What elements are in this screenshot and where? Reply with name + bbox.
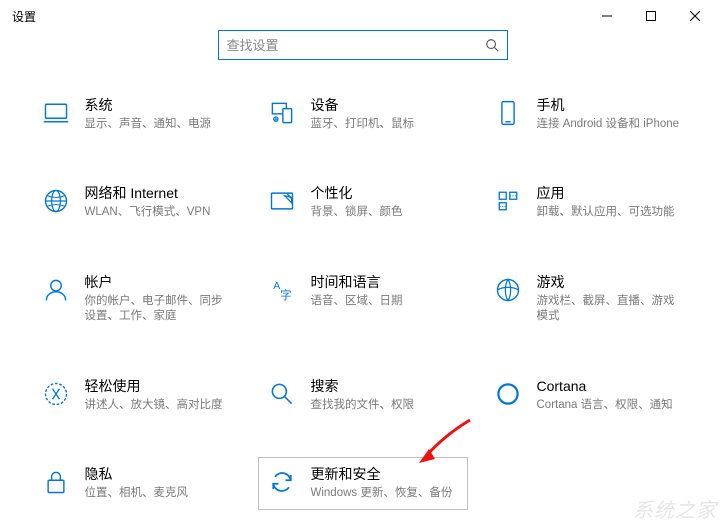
tile-subtitle: 你的帐户、电子邮件、同步设置、工作、家庭 [85, 294, 233, 325]
tile-subtitle: 连接 Android 设备和 iPhone [537, 117, 685, 133]
tile-title: 帐户 [85, 273, 233, 292]
tile-privacy[interactable]: 隐私 位置、相机、麦克风 [32, 457, 242, 509]
tile-title: 轻松使用 [85, 377, 233, 396]
close-button[interactable] [673, 1, 717, 31]
tile-subtitle: 背景、锁屏、颜色 [311, 205, 459, 221]
window-controls [585, 1, 717, 31]
tile-title: 手机 [537, 96, 685, 115]
cortana-icon [493, 379, 523, 409]
tile-subtitle: 位置、相机、麦克风 [85, 486, 233, 502]
svg-text:字: 字 [280, 288, 291, 302]
search-row [0, 30, 725, 60]
search-box[interactable] [218, 30, 508, 60]
tile-ease-of-access[interactable]: 轻松使用 讲述人、放大镜、高对比度 [32, 369, 242, 421]
network-icon [41, 186, 71, 216]
search-input[interactable] [227, 38, 485, 53]
devices-icon [267, 98, 297, 128]
apps-icon [493, 186, 523, 216]
tile-network[interactable]: 网络和 Internet WLAN、飞行模式、VPN [32, 176, 242, 228]
tile-title: 个性化 [311, 184, 459, 203]
tile-title: 应用 [537, 184, 685, 203]
tile-devices[interactable]: 设备 蓝牙、打印机、鼠标 [258, 88, 468, 140]
ease-of-access-icon [41, 379, 71, 409]
svg-text:A: A [273, 280, 280, 292]
tile-title: 时间和语言 [311, 273, 459, 292]
tile-accounts[interactable]: 帐户 你的帐户、电子邮件、同步设置、工作、家庭 [32, 265, 242, 333]
tile-title: 系统 [85, 96, 233, 115]
tile-subtitle: Windows 更新、恢复、备份 [311, 486, 459, 502]
system-icon [41, 98, 71, 128]
maximize-button[interactable] [629, 1, 673, 31]
tile-subtitle: 蓝牙、打印机、鼠标 [311, 117, 459, 133]
tile-personalization[interactable]: 个性化 背景、锁屏、颜色 [258, 176, 468, 228]
update-security-icon [267, 467, 297, 497]
tile-gaming[interactable]: 游戏 游戏栏、截屏、直播、游戏模式 [484, 265, 694, 333]
tile-subtitle: Cortana 语言、权限、通知 [537, 398, 685, 414]
tile-title: 搜索 [311, 377, 459, 396]
window-title: 设置 [8, 8, 36, 25]
tile-subtitle: 显示、声音、通知、电源 [85, 117, 233, 133]
tile-subtitle: 讲述人、放大镜、高对比度 [85, 398, 233, 414]
tile-subtitle: 查找我的文件、权限 [311, 398, 459, 414]
tile-subtitle: 卸载、默认应用、可选功能 [537, 205, 685, 221]
tile-update-security[interactable]: 更新和安全 Windows 更新、恢复、备份 [258, 457, 468, 509]
titlebar: 设置 [0, 0, 725, 32]
tile-subtitle: 语音、区域、日期 [311, 294, 459, 310]
tile-title: Cortana [537, 377, 685, 396]
privacy-icon [41, 467, 71, 497]
tile-title: 设备 [311, 96, 459, 115]
gaming-icon [493, 275, 523, 305]
phone-icon [493, 98, 523, 128]
tile-title: 网络和 Internet [85, 184, 233, 203]
tile-phone[interactable]: 手机 连接 Android 设备和 iPhone [484, 88, 694, 140]
personalization-icon [267, 186, 297, 216]
tile-search[interactable]: 搜索 查找我的文件、权限 [258, 369, 468, 421]
time-language-icon: A字 [267, 275, 297, 305]
tile-system[interactable]: 系统 显示、声音、通知、电源 [32, 88, 242, 140]
minimize-button[interactable] [585, 1, 629, 31]
tile-subtitle: WLAN、飞行模式、VPN [85, 205, 233, 221]
search-tile-icon [267, 379, 297, 409]
tile-title: 隐私 [85, 465, 233, 484]
tile-time-language[interactable]: A字 时间和语言 语音、区域、日期 [258, 265, 468, 333]
tile-title: 更新和安全 [311, 465, 459, 484]
tile-cortana[interactable]: Cortana Cortana 语言、权限、通知 [484, 369, 694, 421]
settings-grid: 系统 显示、声音、通知、电源 设备 蓝牙、打印机、鼠标 手机 连接 Androi… [0, 88, 725, 510]
search-icon [485, 38, 499, 52]
accounts-icon [41, 275, 71, 305]
tile-apps[interactable]: 应用 卸载、默认应用、可选功能 [484, 176, 694, 228]
tile-title: 游戏 [537, 273, 685, 292]
tile-subtitle: 游戏栏、截屏、直播、游戏模式 [537, 294, 685, 325]
watermark: 系统之家 [633, 494, 717, 523]
